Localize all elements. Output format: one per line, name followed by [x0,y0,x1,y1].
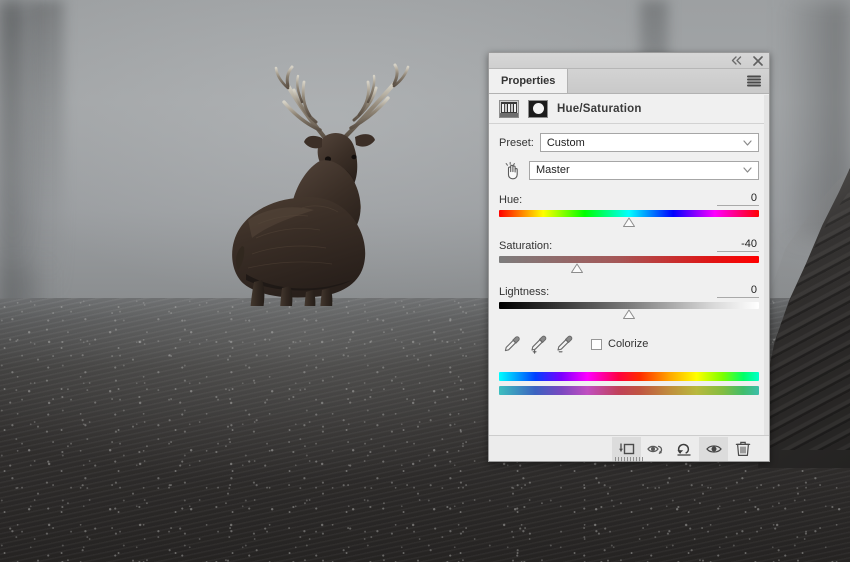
toggle-visibility-button[interactable] [699,437,728,461]
hue-slider-track[interactable] [499,210,759,217]
chevron-down-icon [743,164,752,176]
eye-arrow-icon [646,441,666,457]
colorize-label: Colorize [608,338,648,350]
preset-value: Custom [547,137,585,149]
preset-select[interactable]: Custom [540,133,759,152]
hue-slider-thumb[interactable] [623,217,636,228]
eye-icon [705,442,723,456]
eyedropper-add-icon[interactable] [525,333,551,355]
properties-panel[interactable]: Properties Hue/Saturation Preset: Custom [488,52,770,462]
lightness-value-field[interactable]: 0 [717,284,759,298]
panel-scrollbar[interactable] [764,95,769,437]
lightness-slider-block: Lightness: 0 [499,284,759,319]
preset-row: Preset: Custom [499,133,759,152]
eyedropper-subtract-icon[interactable] [551,333,577,355]
adjustment-title: Hue/Saturation [557,103,642,115]
lightness-slider-track[interactable] [499,302,759,309]
channel-select[interactable]: Master [529,161,759,180]
colorize-checkbox[interactable]: Colorize [591,338,648,350]
layer-mask-thumbnail-icon[interactable] [528,100,548,118]
trash-icon [735,440,751,457]
delete-layer-button[interactable] [728,437,757,461]
adjustment-header: Hue/Saturation [489,94,769,124]
tab-properties[interactable]: Properties [489,69,568,93]
panel-menu-icon[interactable] [747,76,761,87]
toggle-mask-view-button[interactable] [641,437,670,461]
lightness-label: Lightness: [499,286,549,298]
saturation-slider-block: Saturation: -40 [499,238,759,273]
result-color-spectrum-bar[interactable] [499,386,759,395]
channel-row: Master [499,159,759,181]
panel-titlebar[interactable] [489,53,769,69]
reset-arrow-icon [676,441,694,457]
saturation-slider-track[interactable] [499,256,759,263]
targeted-adjustment-hand-icon[interactable] [499,159,523,181]
color-range-bars [499,372,759,395]
eyedropper-row: Colorize [499,333,759,355]
lightness-slider[interactable] [499,301,759,319]
collapse-panel-icon[interactable] [730,55,742,67]
chevron-down-icon [743,137,752,149]
hue-saturation-adjustment-icon[interactable] [499,100,519,118]
saturation-label: Saturation: [499,240,552,252]
reset-button[interactable] [670,437,699,461]
saturation-value-field[interactable]: -40 [717,238,759,252]
colorize-checkbox-box[interactable] [591,339,602,350]
panel-tabstrip[interactable]: Properties [489,69,769,94]
hue-slider[interactable] [499,209,759,227]
hue-value-field[interactable]: 0 [717,192,759,206]
saturation-slider[interactable] [499,255,759,273]
channel-value: Master [536,164,570,176]
saturation-slider-thumb[interactable] [571,263,584,274]
source-color-spectrum-bar[interactable] [499,372,759,381]
preset-label: Preset: [499,137,534,149]
panel-resize-grip[interactable] [615,457,643,462]
hue-label: Hue: [499,194,522,206]
red-deer-stag-subject [218,58,448,306]
close-icon[interactable] [752,55,764,67]
eyedropper-icon[interactable] [499,333,525,355]
hue-slider-block: Hue: 0 [499,192,759,227]
lightness-slider-thumb[interactable] [623,309,636,320]
clip-to-layer-icon [618,441,636,457]
panel-body: Preset: Custom Master [489,124,769,395]
